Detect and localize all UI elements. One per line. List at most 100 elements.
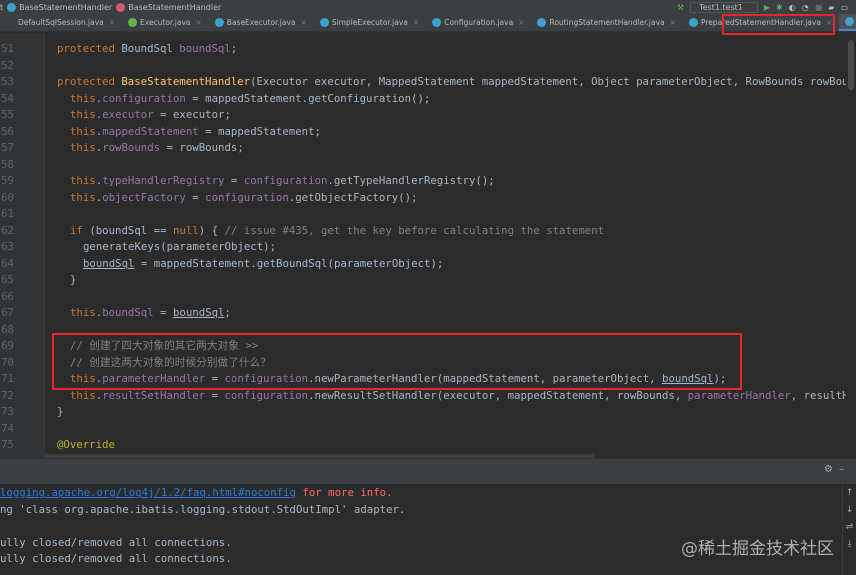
gear-icon[interactable]: ⚙ bbox=[824, 464, 839, 475]
code-token: = executor; bbox=[153, 108, 231, 121]
console-toolbar: ⚙– bbox=[0, 458, 856, 484]
profile-icon[interactable]: ◔ bbox=[802, 3, 809, 12]
code-line: 63 generateKeys(parameterObject); bbox=[0, 239, 846, 256]
tab-executor[interactable]: Executor.java × bbox=[122, 14, 209, 31]
close-icon[interactable]: × bbox=[670, 18, 676, 27]
code-text: protected BoundSql boundSql; bbox=[57, 41, 237, 58]
line-number: 69 bbox=[1, 339, 14, 352]
code-line: 74 bbox=[0, 421, 846, 438]
code-token: ) { bbox=[198, 223, 225, 237]
line-number: 53 bbox=[1, 75, 14, 88]
code-token: = mappedStatement; bbox=[198, 124, 321, 138]
code-token: // issue #435, get the key before calcul… bbox=[224, 223, 605, 237]
tab-baseexecutor[interactable]: BaseExecutor.java × bbox=[209, 14, 314, 31]
breadcrumb-item[interactable]: t bbox=[0, 3, 3, 12]
arrow-down-icon[interactable]: ↓ bbox=[843, 502, 856, 519]
run-icon[interactable]: ▶ bbox=[764, 3, 770, 12]
code-text: protected BaseStatementHandler(Executor … bbox=[57, 74, 846, 91]
code-text: this.objectFactory = configuration.getOb… bbox=[70, 190, 418, 207]
arrow-up-icon[interactable]: ↑ bbox=[843, 485, 856, 502]
tab-configuration[interactable]: Configuration.java × bbox=[426, 14, 531, 31]
tab-label: Executor.java bbox=[140, 18, 191, 27]
line-number: 60 bbox=[1, 190, 14, 204]
close-icon[interactable]: × bbox=[518, 18, 524, 27]
code-token: this bbox=[70, 124, 96, 138]
editor-scrollbar[interactable] bbox=[848, 40, 854, 90]
code-token: = mappedStatement.getBoundSql(parameterO… bbox=[134, 256, 444, 270]
breadcrumb-item[interactable]: BaseStatementHandler bbox=[7, 2, 113, 12]
code-token: configuration bbox=[102, 91, 186, 105]
code-token: this bbox=[70, 388, 96, 402]
line-number: 56 bbox=[1, 124, 14, 138]
code-line: 73} bbox=[0, 404, 846, 421]
class-icon bbox=[688, 18, 698, 27]
tab-simpleexecutor[interactable]: SimpleExecutor.java × bbox=[314, 14, 426, 31]
console-line: ully closed/removed all connections. bbox=[0, 535, 232, 552]
stop-icon[interactable]: ■ bbox=[815, 3, 823, 12]
code-token: , resultH bbox=[790, 388, 846, 402]
close-icon[interactable]: × bbox=[109, 18, 115, 27]
code-text: @Override bbox=[57, 437, 115, 454]
console-line: ully closed/removed all connections. bbox=[0, 551, 232, 568]
code-token: (boundSql == bbox=[89, 223, 173, 237]
code-line: 58 bbox=[0, 157, 846, 174]
code-line: 59 this.typeHandlerRegistry = configurati… bbox=[0, 173, 846, 190]
close-icon[interactable]: × bbox=[196, 18, 202, 27]
close-icon[interactable]: × bbox=[413, 18, 419, 27]
code-token: = bbox=[205, 388, 225, 402]
code-text: this.mappedStatement = mappedStatement; bbox=[70, 124, 321, 141]
breadcrumb-label: BaseStatementHandler bbox=[128, 2, 222, 12]
run-config-select[interactable]: Test1.test1 bbox=[690, 1, 758, 13]
code-token: BaseStatementHandler bbox=[121, 75, 251, 88]
tab-basestatementhandler[interactable]: BaseStatementHandler.java× bbox=[839, 14, 856, 31]
code-token: this bbox=[70, 174, 96, 187]
code-token: resultSetHandler bbox=[102, 388, 206, 402]
code-line: 62 if (boundSql == null) { // issue #435,… bbox=[0, 223, 846, 240]
code-token: ; bbox=[224, 306, 231, 319]
breadcrumb-item[interactable]: BaseStatementHandler bbox=[116, 2, 222, 12]
class-icon bbox=[845, 17, 855, 26]
code-token: .getObjectFactory(); bbox=[288, 190, 418, 204]
code-token: = mappedStatement.getConfiguration(); bbox=[185, 91, 431, 105]
highlight-box-tab bbox=[722, 14, 835, 35]
code-text: boundSql = mappedStatement.getBoundSql(p… bbox=[83, 256, 443, 273]
console-output[interactable]: logging.apache.org/log4j/1.2/faq.html#no… bbox=[0, 485, 856, 575]
folder-icon[interactable]: ▰ bbox=[828, 3, 834, 12]
code-line: 54 this.configuration = mappedStatement.g… bbox=[0, 91, 846, 108]
code-token: executor bbox=[102, 108, 154, 121]
code-token: rowBounds bbox=[102, 141, 161, 154]
code-text: } bbox=[70, 272, 76, 289]
debug-icon[interactable]: ✱ bbox=[776, 3, 783, 12]
interface-icon bbox=[128, 18, 138, 27]
scroll-end-icon[interactable]: ⤓ bbox=[843, 536, 856, 553]
code-line: 60 this.objectFactory = configuration.get… bbox=[0, 190, 846, 207]
line-number: 62 bbox=[1, 223, 14, 237]
close-icon[interactable]: × bbox=[301, 18, 307, 27]
soft-wrap-icon[interactable]: ⇌ bbox=[843, 519, 856, 536]
code-token: } bbox=[70, 273, 77, 286]
console-link[interactable]: logging.apache.org/log4j/1.2/faq.html#no… bbox=[0, 486, 296, 499]
line-number: 58 bbox=[1, 157, 14, 171]
tab-defaultsqlsession[interactable]: DefaultSqlSession.java × bbox=[0, 14, 122, 31]
code-editor[interactable]: 51 protected BoundSql boundSql; 52 53 protec… bbox=[0, 33, 846, 458]
coverage-icon[interactable]: ◐ bbox=[789, 3, 796, 12]
window-icon[interactable]: ▭ bbox=[840, 3, 848, 12]
console-text: ng 'class org.apache.ibatis.logging.stdo… bbox=[0, 502, 406, 516]
breadcrumb-label: BaseStatementHandler bbox=[19, 2, 113, 12]
code-text: generateKeys(parameterObject); bbox=[83, 239, 276, 256]
code-text: } bbox=[57, 404, 63, 421]
code-token: mappedStatement bbox=[102, 124, 199, 138]
tab-routingstatementhandler[interactable]: RoutingStatementHandler.java × bbox=[531, 14, 682, 31]
code-line: 55 this.executor = executor; bbox=[0, 107, 846, 124]
code-token: protected bbox=[57, 42, 122, 55]
tab-label: DefaultSqlSession.java bbox=[18, 18, 104, 27]
console-line: ng 'class org.apache.ibatis.logging.stdo… bbox=[0, 502, 405, 519]
build-icon[interactable]: ⚒ bbox=[677, 3, 684, 12]
code-token: typeHandlerRegistry bbox=[102, 174, 225, 187]
code-text: if (boundSql == null) { // issue #435, g… bbox=[70, 223, 604, 240]
line-number: 67 bbox=[1, 306, 14, 319]
code-token: this bbox=[70, 190, 96, 204]
code-token: ; bbox=[230, 42, 238, 55]
watermark: @稀土掘金技术社区 bbox=[681, 539, 834, 559]
minimize-icon[interactable]: – bbox=[839, 464, 850, 475]
